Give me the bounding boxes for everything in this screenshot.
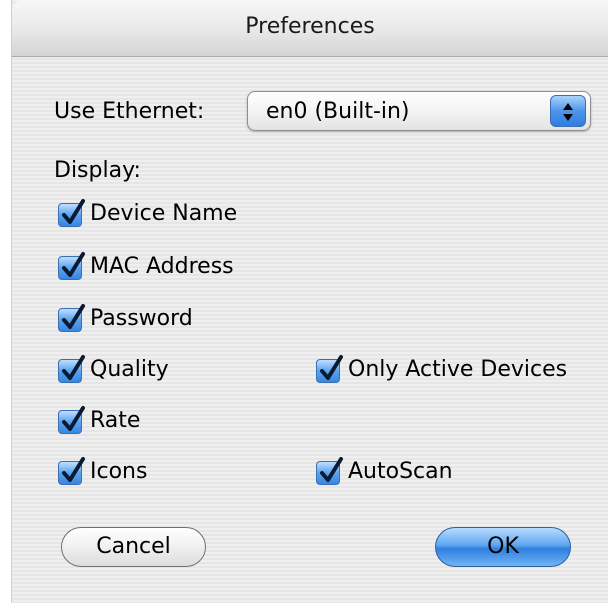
use-ethernet-label: Use Ethernet:: [54, 99, 205, 124]
checkbox-label: AutoScan: [348, 459, 453, 484]
checkmark-icon: [58, 406, 85, 434]
checkmark-icon: [316, 355, 343, 383]
cancel-button[interactable]: Cancel: [61, 527, 206, 567]
window-title: Preferences: [245, 14, 375, 39]
preferences-window: Preferences Use Ethernet: en0 (Built-in)…: [12, 0, 608, 603]
checkbox-label: Password: [90, 306, 193, 331]
popup-arrows-icon: [550, 95, 586, 127]
checkbox-label: Icons: [90, 459, 148, 484]
checkbox-label: Rate: [90, 408, 141, 433]
ok-button[interactable]: OK: [435, 527, 571, 567]
checkmark-icon: [58, 355, 85, 383]
checkbox-label: Only Active Devices: [348, 357, 568, 382]
checkmark-icon: [316, 457, 343, 485]
checkmark-icon: [58, 304, 85, 332]
checkbox-label: MAC Address: [90, 254, 234, 279]
checkmark-icon: [58, 252, 85, 280]
checkbox-label: Device Name: [90, 201, 238, 226]
ethernet-popup[interactable]: en0 (Built-in): [247, 91, 591, 131]
display-label: Display:: [54, 158, 141, 183]
ethernet-popup-value: en0 (Built-in): [266, 99, 410, 124]
checkmark-icon: [58, 199, 85, 227]
checkbox-label: Quality: [90, 357, 169, 382]
checkmark-icon: [58, 457, 85, 485]
title-bar[interactable]: Preferences: [12, 0, 608, 57]
